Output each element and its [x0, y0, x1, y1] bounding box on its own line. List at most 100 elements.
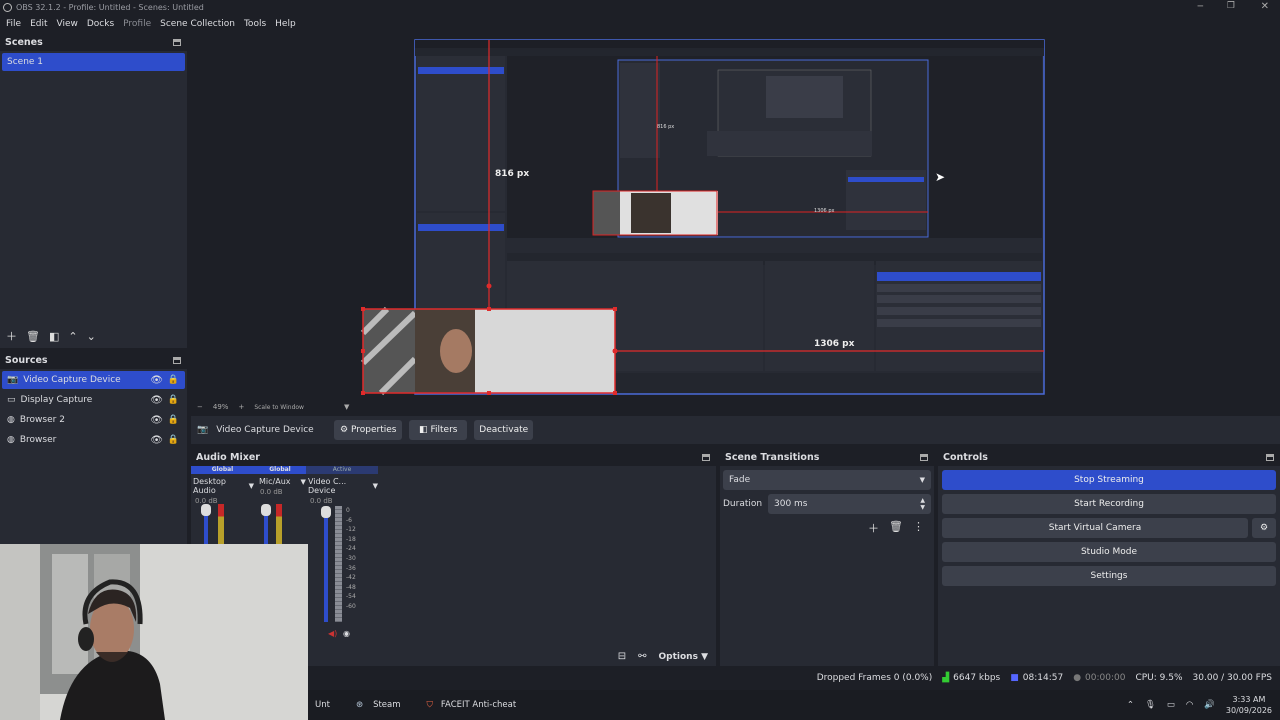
- zoom-level: 49%: [212, 403, 229, 411]
- link-icon[interactable]: ⚯: [638, 651, 646, 662]
- source-item-label: Browser: [19, 435, 57, 445]
- globe-icon: ◍: [7, 415, 15, 425]
- chevron-down-icon[interactable]: ▼: [344, 403, 349, 411]
- lock-icon[interactable]: 🔒: [168, 395, 179, 405]
- gear-icon: ⚙: [339, 425, 349, 435]
- menu-file[interactable]: File: [6, 19, 21, 29]
- filters-button[interactable]: ◧ Filters: [409, 420, 468, 440]
- trash-icon[interactable]: 🗑: [889, 520, 903, 536]
- transition-value: Fade: [729, 475, 751, 485]
- source-item[interactable]: ◍ Browser 👁 🔒: [2, 431, 185, 449]
- channel-db: 0.0 dB: [260, 488, 283, 496]
- channel-name[interactable]: Video C... Device: [308, 477, 370, 495]
- deactivate-button[interactable]: Deactivate: [474, 420, 534, 440]
- start-recording-button[interactable]: Start Recording: [942, 494, 1276, 514]
- virtual-camera-settings-button[interactable]: ⚙: [1252, 518, 1276, 538]
- menu-docks[interactable]: Docks: [87, 19, 114, 29]
- clock-time[interactable]: 3:33 AM: [1226, 694, 1272, 705]
- lock-icon[interactable]: 🔒: [168, 435, 179, 445]
- mixer-channel: Active Video C... Device ▼ 0.0 dB 0 -6 -…: [306, 466, 378, 646]
- audio-mixer-header: Audio Mixer: [191, 448, 716, 466]
- eye-icon[interactable]: 👁: [150, 375, 163, 386]
- stream-icon: ■: [1010, 673, 1019, 683]
- preview-area[interactable]: 1306 px 816 px 816 px 1306 px ➤: [191, 33, 1280, 399]
- scale-mode[interactable]: Scale to Window: [254, 404, 304, 411]
- start-virtual-camera-button[interactable]: Start Virtual Camera: [942, 518, 1248, 538]
- close-icon[interactable]: ✕: [1261, 1, 1269, 12]
- menu-tools[interactable]: Tools: [244, 19, 266, 29]
- wifi-icon[interactable]: ◠: [1186, 700, 1193, 710]
- add-icon[interactable]: ＋: [6, 328, 17, 344]
- more-icon[interactable]: ⋮: [913, 520, 924, 536]
- dock-float-icon[interactable]: [702, 453, 710, 461]
- dock-float-icon[interactable]: [173, 356, 181, 364]
- channel-tag: Active: [306, 466, 378, 474]
- steam-icon[interactable]: ⊛: [356, 700, 363, 710]
- dock-float-icon[interactable]: [173, 38, 181, 46]
- duration-input[interactable]: 300 ms ▲ ▼: [768, 494, 931, 514]
- menu-view[interactable]: View: [57, 19, 78, 29]
- webcam-image: [0, 544, 308, 720]
- menu-edit[interactable]: Edit: [30, 19, 47, 29]
- network-icon[interactable]: ▭: [1167, 700, 1175, 710]
- restore-icon[interactable]: ❐: [1227, 1, 1235, 11]
- channel-name[interactable]: Mic/Aux: [259, 477, 291, 486]
- channel-db: 0.0 dB: [310, 497, 333, 505]
- menu-help[interactable]: Help: [275, 19, 296, 29]
- faceit-icon[interactable]: ⛉: [427, 700, 433, 710]
- scale-tick: -30: [346, 554, 356, 562]
- studio-mode-button[interactable]: Studio Mode: [942, 542, 1276, 562]
- add-icon[interactable]: ＋: [868, 520, 879, 536]
- source-item[interactable]: ▭ Display Capture 👁 🔒: [2, 391, 185, 409]
- zoom-out-icon[interactable]: −: [197, 403, 203, 411]
- menu-scene-collection[interactable]: Scene Collection: [160, 19, 235, 29]
- scene-item[interactable]: Scene 1: [2, 53, 185, 71]
- speaker-icon[interactable]: 🔊: [1204, 700, 1215, 710]
- scenes-title: Scenes: [5, 36, 43, 48]
- eye-icon[interactable]: 👁: [150, 415, 163, 426]
- volume-fader[interactable]: [324, 510, 328, 622]
- scale-tick: -18: [346, 535, 356, 543]
- mute-icon[interactable]: ◀): [328, 629, 337, 638]
- source-item[interactable]: 📷 Video Capture Device 👁 🔒: [2, 371, 185, 389]
- chevron-up-icon[interactable]: ⌃: [1127, 700, 1134, 710]
- chevron-up-icon[interactable]: ⌃: [68, 330, 77, 343]
- eye-icon[interactable]: 👁: [150, 435, 163, 446]
- menu-profile[interactable]: Profile: [123, 19, 151, 29]
- dock-float-icon[interactable]: [1266, 453, 1274, 461]
- stop-streaming-button[interactable]: Stop Streaming: [942, 470, 1276, 490]
- monitor-icon[interactable]: ◉: [343, 629, 350, 638]
- spinner-icon[interactable]: ▲ ▼: [920, 497, 925, 511]
- fader-handle[interactable]: [261, 504, 271, 516]
- minimize-icon[interactable]: ─: [1198, 2, 1203, 12]
- filter-icon[interactable]: ◧: [49, 330, 59, 343]
- microphone-icon[interactable]: 🎙: [1145, 700, 1156, 710]
- controls-title: Controls: [943, 451, 988, 463]
- taskbar-item[interactable]: FACEIT Anti-cheat: [441, 700, 516, 710]
- transition-select[interactable]: Fade ▼: [723, 470, 931, 490]
- taskbar-item[interactable]: Steam: [373, 700, 400, 710]
- eye-icon[interactable]: 👁: [150, 395, 163, 406]
- chevron-down-icon[interactable]: ▼: [373, 482, 378, 490]
- fader-handle[interactable]: [321, 506, 331, 518]
- taskbar-item[interactable]: Unt: [315, 700, 330, 710]
- trash-icon[interactable]: 🗑: [26, 330, 40, 343]
- source-item[interactable]: ◍ Browser 2 👁 🔒: [2, 411, 185, 429]
- properties-button[interactable]: ⚙ Properties: [334, 420, 403, 440]
- lock-icon[interactable]: 🔒: [168, 375, 179, 385]
- settings-button[interactable]: Settings: [942, 566, 1276, 586]
- level-meter: [276, 504, 282, 546]
- zoom-in-icon[interactable]: +: [238, 403, 244, 411]
- stream-time: 08:14:57: [1022, 673, 1064, 683]
- layout-toggle-icon[interactable]: ⊟: [618, 651, 626, 662]
- lock-icon[interactable]: 🔒: [168, 415, 179, 425]
- start-recording-label: Start Recording: [1074, 499, 1144, 509]
- clock-date[interactable]: 30/09/2026: [1226, 705, 1272, 716]
- fader-handle[interactable]: [201, 504, 211, 516]
- record-time: 00:00:00: [1085, 673, 1126, 683]
- level-meter: [218, 504, 224, 546]
- chevron-down-icon[interactable]: ⌄: [87, 330, 96, 343]
- options-button[interactable]: Options ▼: [659, 652, 709, 662]
- channel-name[interactable]: Desktop Audio: [193, 477, 246, 495]
- dock-float-icon[interactable]: [920, 453, 928, 461]
